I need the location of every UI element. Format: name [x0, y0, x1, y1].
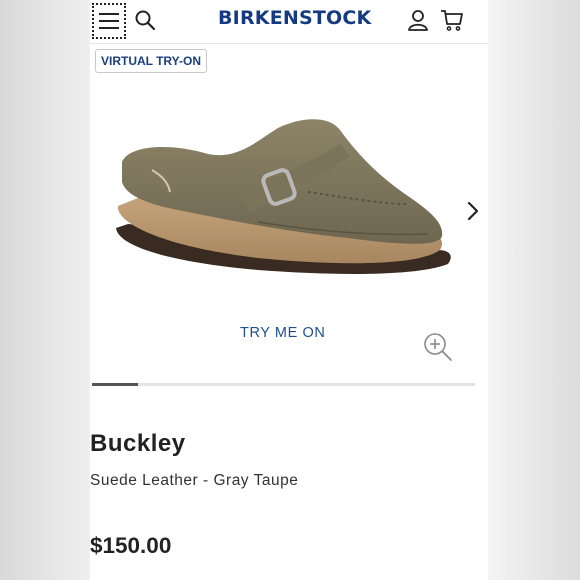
site-header: BIRKENSTOCK — [90, 0, 488, 44]
background-right — [488, 0, 580, 580]
cart-icon — [441, 10, 463, 31]
mobile-screen: BIRKENSTOCK VIRTUAL TRY-ON TRY ME ON Buc… — [90, 0, 488, 580]
virtual-try-on-badge[interactable]: VIRTUAL TRY-ON — [95, 49, 207, 73]
next-image-button[interactable] — [464, 198, 482, 224]
search-icon — [135, 10, 156, 31]
menu-button[interactable] — [92, 3, 126, 39]
product-image[interactable] — [108, 100, 458, 290]
product-name: Buckley — [90, 430, 186, 457]
gallery-progress-fill — [92, 383, 138, 386]
account-button[interactable] — [406, 8, 430, 32]
chevron-right-icon — [467, 201, 479, 221]
gallery-progress-track[interactable] — [92, 383, 475, 386]
brand-logo[interactable]: BIRKENSTOCK — [218, 7, 371, 29]
zoom-in-icon — [424, 333, 452, 361]
product-variant: Suede Leather - Gray Taupe — [90, 472, 299, 489]
cart-button[interactable] — [440, 8, 464, 32]
product-price: $150.00 — [90, 533, 172, 558]
account-icon — [408, 10, 428, 31]
try-me-on-link[interactable]: TRY ME ON — [240, 325, 325, 341]
search-button[interactable] — [134, 9, 156, 31]
zoom-button[interactable] — [422, 331, 454, 363]
menu-icon — [99, 13, 119, 29]
background-left — [0, 0, 90, 580]
shoe-image — [116, 119, 451, 274]
